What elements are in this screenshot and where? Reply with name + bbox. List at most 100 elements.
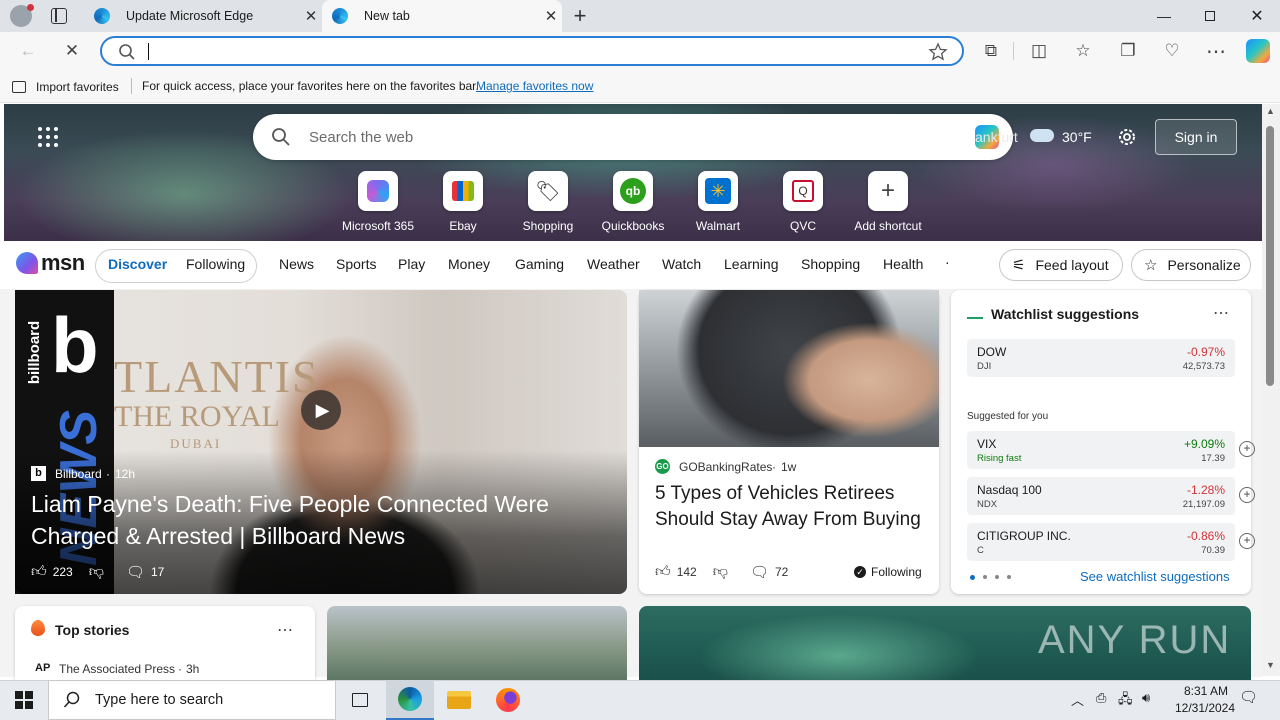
stop-loading-button[interactable]: ✕ — [56, 35, 88, 67]
clock-date[interactable]: 12/31/2024 — [1165, 701, 1245, 715]
taskbar-edge-icon[interactable] — [386, 680, 434, 720]
dislike-icon[interactable]: 👎︎ — [713, 563, 728, 581]
see-watchlist-link[interactable]: See watchlist suggestions — [1080, 569, 1230, 584]
favorites-icon[interactable]: ☆ — [1067, 35, 1099, 67]
like-icon[interactable]: 👍︎ — [655, 563, 671, 581]
play-video-button[interactable]: ▶ — [301, 390, 341, 430]
tab-following[interactable]: Following — [186, 256, 245, 272]
close-window-button[interactable]: ✕ — [1234, 0, 1280, 32]
web-search-box[interactable] — [253, 114, 1013, 160]
add-to-watchlist-icon[interactable]: + — [1239, 533, 1255, 549]
settings-gear-icon[interactable] — [1116, 126, 1138, 148]
copilot-icon[interactable] — [1246, 39, 1270, 63]
sign-in-button[interactable]: Sign in — [1155, 119, 1237, 155]
import-icon — [12, 81, 26, 93]
stock-price: 21,197.09 — [1182, 499, 1225, 510]
taskbar-search[interactable]: Type here to search — [48, 680, 336, 720]
stock-name: CITIGROUP INC. — [977, 529, 1071, 543]
weather-temperature[interactable]: 30°F — [1062, 129, 1092, 145]
more-menu-icon[interactable]: ⋯ — [1200, 35, 1232, 67]
import-favorites-button[interactable]: Import favorites — [12, 78, 119, 96]
shortcut-shopping[interactable]: 🏷 Shopping — [505, 170, 591, 233]
tab-discover[interactable]: Discover — [108, 256, 167, 272]
comment-icon[interactable]: 🗨︎ — [750, 563, 769, 581]
clock-time[interactable]: 8:31 AM — [1173, 684, 1239, 698]
scroll-up-arrow-icon[interactable]: ▲ — [1266, 106, 1275, 116]
nav-sports[interactable]: Sports — [336, 256, 376, 272]
story-image-hangar[interactable] — [327, 606, 627, 686]
close-tab-icon[interactable]: ✕ — [540, 7, 562, 25]
extensions-icon[interactable]: ⧉ — [975, 35, 1007, 67]
carousel-dots[interactable] — [970, 575, 1011, 580]
close-tab-icon[interactable]: ✕ — [300, 7, 322, 25]
new-tab-button[interactable]: + — [568, 3, 592, 29]
taskbar-file-explorer-icon[interactable] — [435, 680, 483, 720]
collections-icon[interactable]: ❐ — [1112, 35, 1144, 67]
nav-more-dot[interactable]: · — [945, 254, 950, 270]
restore-button[interactable] — [1187, 0, 1233, 32]
shortcut-qvc[interactable]: Q QVC — [760, 170, 846, 233]
shortcut-add[interactable]: + Add shortcut — [845, 170, 931, 233]
shortcut-walmart[interactable]: ✳ Walmart — [675, 170, 761, 233]
favorite-star-icon[interactable] — [928, 42, 948, 62]
page-scrollbar[interactable]: ▲ ▼ — [1262, 104, 1280, 676]
minimize-button[interactable]: — — [1141, 0, 1187, 32]
tab-actions-icon[interactable] — [51, 8, 67, 24]
tab-new-tab[interactable]: New tab ✕ — [322, 0, 562, 32]
dislike-icon[interactable]: 👎︎ — [89, 563, 104, 581]
manage-favorites-link[interactable]: Manage favorites now — [476, 79, 593, 93]
watchlist-more-icon[interactable]: ⋯ — [1213, 303, 1229, 323]
nav-gaming[interactable]: Gaming — [515, 256, 564, 272]
nav-watch[interactable]: Watch — [662, 256, 701, 272]
car-story-title[interactable]: 5 Types of Vehicles Retirees Should Stay… — [655, 481, 925, 533]
weather-location[interactable]: ankfurt — [975, 129, 1018, 145]
top-stories-more-icon[interactable]: ⋯ — [277, 620, 293, 640]
car-story-actions: 👍︎ 142 👎︎ 🗨︎ 72 — [655, 563, 788, 581]
task-view-icon[interactable] — [336, 680, 384, 720]
start-button[interactable] — [0, 680, 48, 720]
nav-weather[interactable]: Weather — [587, 256, 640, 272]
shortcut-microsoft-365[interactable]: Microsoft 365 — [335, 170, 421, 233]
performance-icon[interactable]: ♡ — [1156, 35, 1188, 67]
nav-play[interactable]: Play — [398, 256, 425, 272]
watchlist-row-citigroup[interactable]: CITIGROUP INC. C -0.86% 70.39 + — [967, 523, 1255, 561]
network-icon[interactable]: 🖧︎ — [1118, 690, 1133, 712]
nav-news[interactable]: News — [279, 256, 314, 272]
meet-now-icon[interactable]: ⎙ — [1096, 690, 1106, 706]
nav-money[interactable]: Money — [448, 256, 490, 272]
scroll-down-arrow-icon[interactable]: ▼ — [1266, 660, 1275, 670]
web-search-input[interactable] — [307, 126, 907, 148]
profile-avatar[interactable] — [10, 4, 34, 27]
back-button[interactable]: ← — [12, 35, 44, 67]
following-badge[interactable]: ✓ Following — [854, 565, 922, 579]
shortcut-ebay[interactable]: Ebay — [420, 170, 506, 233]
nav-learning[interactable]: Learning — [724, 256, 779, 272]
personalize-button[interactable]: ☆ Personalize — [1131, 249, 1251, 281]
volume-icon[interactable]: 🔊︎ — [1142, 690, 1150, 706]
dot — [54, 135, 58, 139]
add-to-watchlist-icon[interactable]: + — [1239, 441, 1255, 457]
like-icon[interactable]: 👍︎ — [31, 563, 47, 581]
taskbar-firefox-icon[interactable] — [484, 680, 532, 720]
show-hidden-icons[interactable]: ︿ — [1071, 690, 1084, 709]
nav-shopping[interactable]: Shopping — [801, 256, 860, 272]
dot-active — [970, 575, 975, 580]
add-to-watchlist-icon[interactable]: + — [1239, 487, 1255, 503]
split-screen-icon[interactable]: ◫ — [1023, 35, 1055, 67]
main-story-title[interactable]: Liam Payne's Death: Five People Connecte… — [31, 488, 611, 552]
tab-update-edge[interactable]: Update Microsoft Edge ✕ — [84, 0, 322, 32]
scroll-thumb[interactable] — [1266, 126, 1274, 386]
comment-icon[interactable]: 🗨︎ — [126, 563, 145, 581]
watchlist-row-dow[interactable]: DOW DJI -0.97% 42,573.73 — [967, 339, 1235, 377]
notifications-icon[interactable]: 🗨︎ — [1239, 688, 1258, 706]
feed-layout-button[interactable]: ⚟ Feed layout — [999, 249, 1123, 281]
nav-health[interactable]: Health — [883, 256, 923, 272]
apps-launcher-icon[interactable] — [38, 127, 58, 147]
address-input[interactable] — [148, 41, 908, 61]
stock-chart-icon — [967, 309, 983, 319]
watchlist-row-nasdaq[interactable]: Nasdaq 100 NDX -1.28% 21,197.09 + — [967, 477, 1255, 515]
shortcut-quickbooks[interactable]: qb Quickbooks — [590, 170, 676, 233]
msn-logo[interactable]: msn — [16, 249, 85, 277]
address-bar[interactable] — [100, 36, 964, 66]
watchlist-row-vix[interactable]: VIX Rising fast +9.09% 17.39 + — [967, 431, 1255, 469]
